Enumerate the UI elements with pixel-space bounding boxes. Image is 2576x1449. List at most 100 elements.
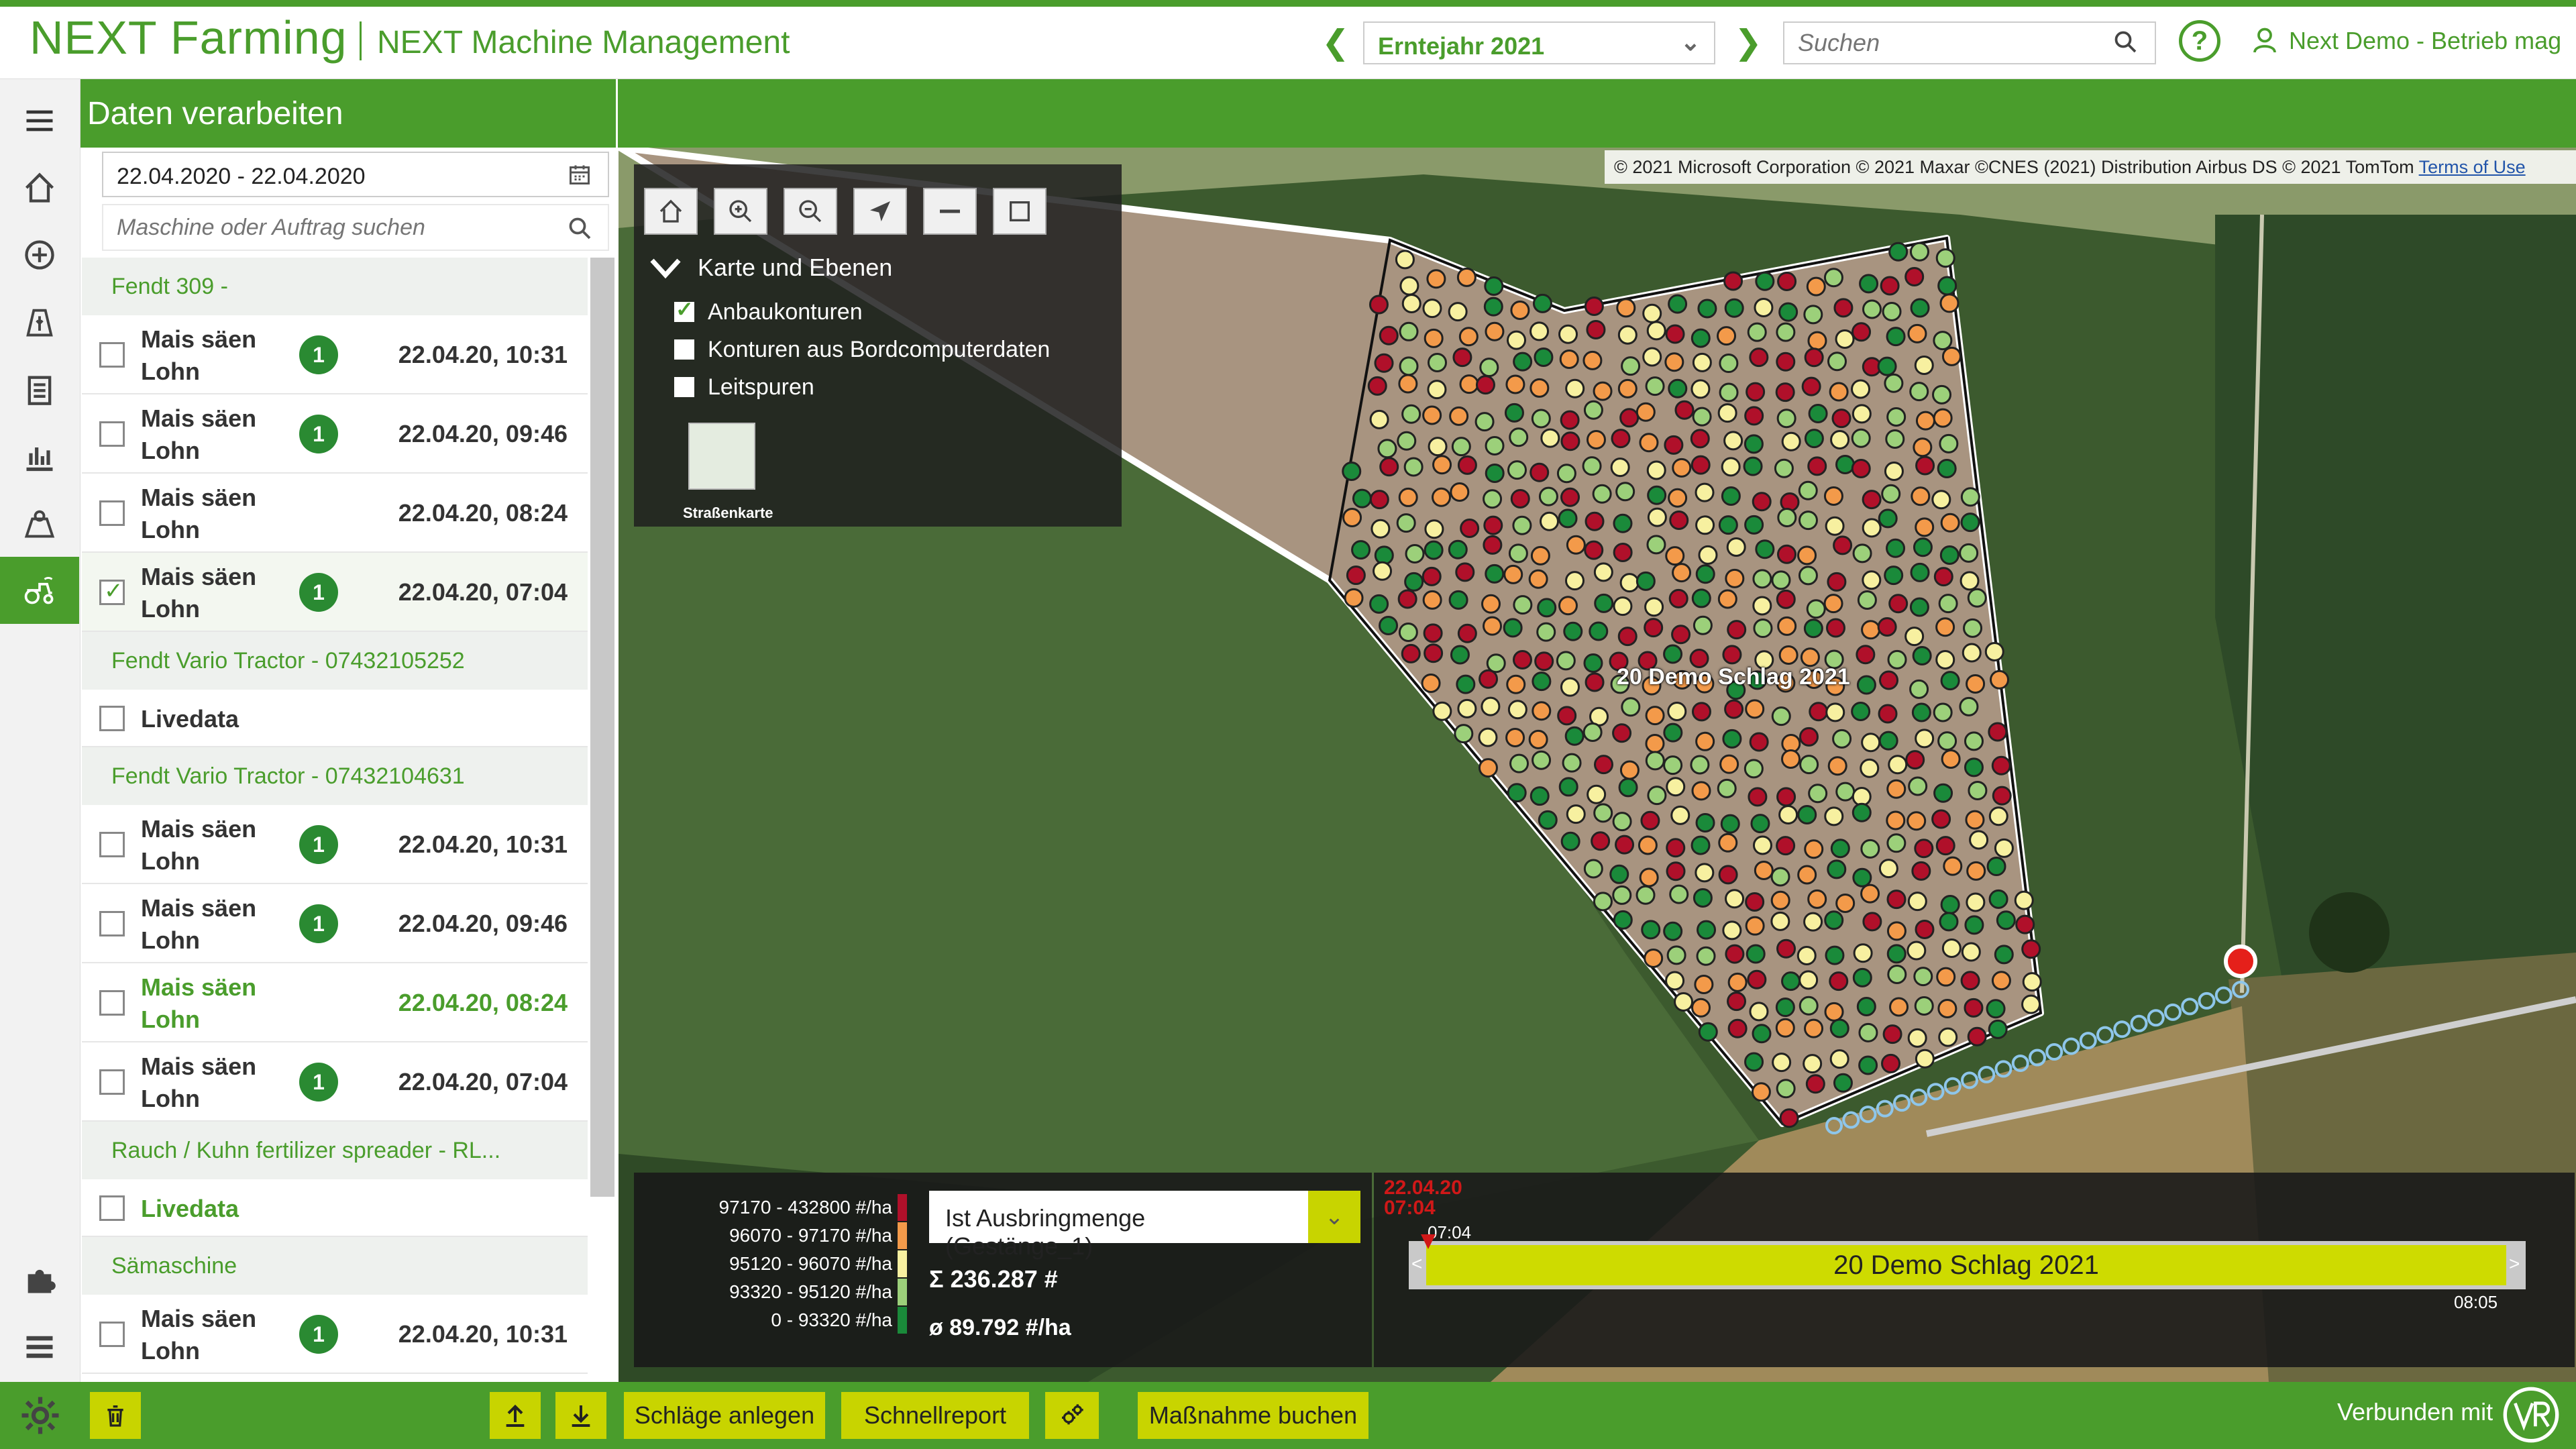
layer-checkbox[interactable] xyxy=(674,377,694,397)
gear-icon[interactable] xyxy=(20,1395,60,1436)
basemap-thumbnail[interactable] xyxy=(688,423,755,490)
chevron-down-icon[interactable] xyxy=(649,255,682,282)
zoom-in-button[interactable] xyxy=(714,188,767,235)
job-type: Lohn xyxy=(141,847,200,875)
list-item[interactable]: Mais säen Lohn 1 22.04.20, 10:31 xyxy=(82,805,588,884)
previous-year-button[interactable]: ❮ xyxy=(1322,23,1350,62)
report-settings-button[interactable] xyxy=(1045,1392,1099,1439)
row-checkbox[interactable] xyxy=(99,911,125,936)
metric-select[interactable]: Ist Ausbringmenge (Gestänge_1) xyxy=(929,1191,1308,1260)
machine-group-header[interactable]: Fendt Vario Tractor - 07432105252 xyxy=(82,632,588,690)
row-checkbox[interactable] xyxy=(99,990,125,1016)
timeline-left-arrow[interactable]: < xyxy=(1411,1253,1422,1275)
measure-area-button[interactable] xyxy=(993,188,1046,235)
field-label[interactable]: 20 Demo Schlag 2021 xyxy=(1617,664,1850,690)
seed-rate-point xyxy=(1635,571,1656,591)
row-checkbox-checked[interactable] xyxy=(99,578,125,605)
chevron-down-icon[interactable]: ⌄ xyxy=(1308,1191,1360,1243)
add-icon[interactable] xyxy=(0,221,79,288)
home-icon[interactable] xyxy=(0,154,79,221)
machine-group-header[interactable]: Fendt 309 - xyxy=(82,258,588,315)
clipboard-icon[interactable] xyxy=(0,356,79,423)
row-checkbox[interactable] xyxy=(99,832,125,857)
list-item[interactable]: Mais säen Lohn 1 22.04.20, 09:46 xyxy=(82,394,588,474)
create-fields-button[interactable]: Schläge anlegen xyxy=(624,1392,825,1439)
seed-rate-point xyxy=(1859,274,1879,294)
tractor-icon[interactable] xyxy=(0,557,79,624)
list-item[interactable]: Livedata xyxy=(82,1179,588,1237)
seed-rate-point xyxy=(1532,293,1552,313)
list-item[interactable]: Livedata xyxy=(82,690,588,747)
layer-toggle-leitspuren[interactable]: Leitspuren xyxy=(674,374,814,400)
seed-rate-point xyxy=(1886,833,1907,853)
upload-button[interactable] xyxy=(490,1392,541,1439)
layer-checkbox[interactable] xyxy=(674,339,694,360)
list-icon[interactable] xyxy=(0,1313,79,1381)
home-extent-button[interactable] xyxy=(644,188,698,235)
layer-checkbox[interactable] xyxy=(674,297,694,322)
timeline-segment[interactable]: 20 Demo Schlag 2021 xyxy=(1426,1245,2506,1285)
row-checkbox[interactable] xyxy=(99,1195,125,1221)
job-type: Lohn xyxy=(141,516,200,543)
layer-toggle-bordcomputer[interactable]: Konturen aus Bordcomputerdaten xyxy=(674,337,1050,363)
seed-rate-point xyxy=(1635,885,1656,905)
seed-rate-point xyxy=(1674,991,1694,1012)
seed-rate-point xyxy=(1988,722,2008,742)
calendar-icon[interactable] xyxy=(568,162,592,186)
seed-rate-point xyxy=(1943,856,1963,876)
row-checkbox[interactable] xyxy=(99,1069,125,1095)
locate-button[interactable] xyxy=(853,188,907,235)
timeline-playhead-icon[interactable] xyxy=(1421,1234,1436,1249)
list-item[interactable]: Mais säen Lohn 1 22.04.20, 07:04 xyxy=(82,1042,588,1122)
list-item[interactable]: Mais säen Lohn 1 22.04.20, 10:31 xyxy=(82,1295,588,1374)
harvest-year-select[interactable]: Erntejahr 2021 ⌄ xyxy=(1363,21,1715,64)
machine-position-marker[interactable] xyxy=(2224,945,2257,978)
machine-group-header[interactable]: Rauch / Kuhn fertilizer spreader - RL... xyxy=(82,1122,588,1179)
row-checkbox[interactable] xyxy=(99,1322,125,1347)
book-measure-button[interactable]: Maßnahme buchen xyxy=(1138,1392,1368,1439)
machine-search-input[interactable] xyxy=(102,204,609,251)
global-search-input[interactable] xyxy=(1783,21,2156,64)
bar-chart-icon[interactable] xyxy=(0,423,79,490)
list-item[interactable]: Mais säen Lohn 1 22.04.20, 09:46 xyxy=(82,884,588,963)
delete-button[interactable] xyxy=(90,1392,141,1439)
list-item[interactable]: Mais säen Lohn 1 22.04.20, 10:31 xyxy=(82,315,588,394)
next-year-button[interactable]: ❯ xyxy=(1734,23,1762,62)
row-checkbox[interactable] xyxy=(99,421,125,447)
row-checkbox[interactable] xyxy=(99,500,125,526)
download-button[interactable] xyxy=(555,1392,606,1439)
row-checkbox[interactable] xyxy=(99,706,125,731)
user-name[interactable]: Next Demo - Betrieb mag xyxy=(2289,27,2561,55)
timeline-right-arrow[interactable]: > xyxy=(2509,1253,2520,1275)
list-scrollbar[interactable] xyxy=(590,258,614,1197)
map-marker-icon[interactable] xyxy=(0,490,79,557)
quick-report-button[interactable]: Schnellreport xyxy=(841,1392,1029,1439)
search-icon[interactable] xyxy=(2113,30,2137,54)
seed-rate-point xyxy=(1399,356,1419,376)
seed-rate-point xyxy=(1825,516,1845,536)
layers-title[interactable]: Karte und Ebenen xyxy=(698,254,892,282)
vr-logo-icon[interactable] xyxy=(2502,1386,2560,1444)
machine-group-header[interactable]: Sämaschine xyxy=(82,1237,588,1295)
date-range-input[interactable]: 22.04.2020 - 22.04.2020 xyxy=(102,152,609,197)
seed-rate-point xyxy=(1722,729,1742,749)
list-item[interactable]: Mais säen Lohn 22.04.20, 08:24 xyxy=(82,474,588,553)
row-checkbox[interactable] xyxy=(99,342,125,368)
terms-of-use-link[interactable]: Terms of Use xyxy=(2419,157,2526,177)
user-icon[interactable] xyxy=(2253,27,2277,54)
app-logo[interactable]: NEXT Farming xyxy=(30,11,347,64)
seed-rate-point xyxy=(1724,699,1744,719)
machine-group-header[interactable]: Fendt Vario Tractor - 07432104631 xyxy=(82,747,588,805)
menu-icon[interactable] xyxy=(0,87,79,154)
seed-rate-point xyxy=(1432,701,1452,721)
seed-rate-point xyxy=(1886,944,1907,964)
measure-line-button[interactable] xyxy=(923,188,977,235)
zoom-out-button[interactable] xyxy=(784,188,837,235)
search-icon[interactable] xyxy=(568,216,592,240)
layer-toggle-anbaukonturen[interactable]: Anbaukonturen xyxy=(674,297,863,325)
field-crop-icon[interactable] xyxy=(0,288,79,356)
list-item-selected[interactable]: Mais säen Lohn 1 22.04.20, 07:04 xyxy=(82,553,588,632)
list-item-highlighted[interactable]: Mais säen Lohn 22.04.20, 08:24 xyxy=(82,963,588,1042)
help-icon[interactable]: ? xyxy=(2179,20,2220,62)
puzzle-icon[interactable] xyxy=(0,1246,79,1313)
